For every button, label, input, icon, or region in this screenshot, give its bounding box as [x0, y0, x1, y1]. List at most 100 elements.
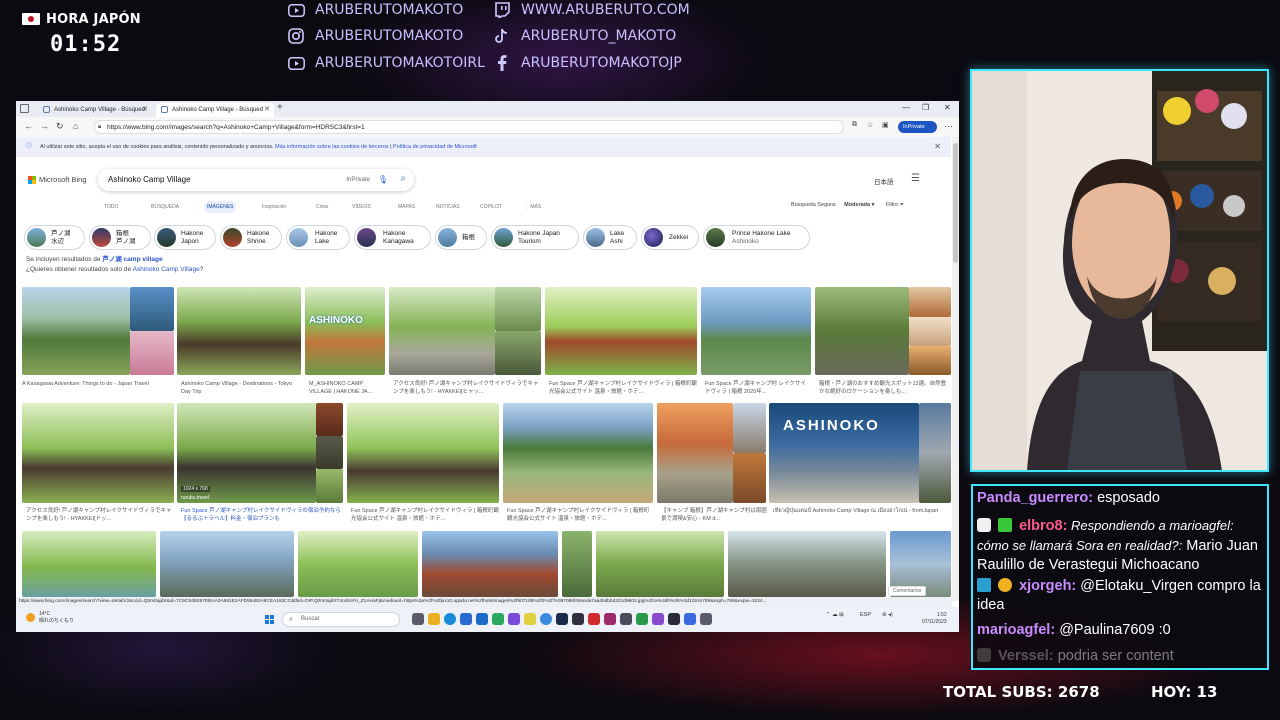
- close-tab-icon[interactable]: ✕: [142, 105, 148, 113]
- address-bar[interactable]: 🔒︎ https://www.bing.com/images/search?q=…: [94, 120, 844, 134]
- filter-button[interactable]: Filtro: [886, 202, 898, 208]
- forward-icon[interactable]: →: [40, 121, 49, 131]
- back-icon[interactable]: ←: [24, 121, 33, 131]
- result-caption[interactable]: 【キャンプ 箱根】芦ノ湖キャンプ村は周囲景で満喫&安心 - KM d...: [661, 507, 769, 523]
- result-image[interactable]: [495, 331, 541, 375]
- result-image[interactable]: [701, 287, 811, 375]
- result-image[interactable]: [316, 436, 343, 469]
- close-window-icon[interactable]: ✕: [944, 103, 951, 112]
- result-caption[interactable]: Fun Space 芦ノ湖キャンプ村レイクサイドヴィラの宿泊予約なら【るるぶトラ…: [181, 507, 341, 523]
- task-view-icon[interactable]: [412, 613, 424, 625]
- result-image[interactable]: [503, 403, 653, 503]
- language-link[interactable]: 日本語: [874, 176, 894, 186]
- scope-create[interactable]: Crear: [316, 201, 329, 213]
- result-image[interactable]: [22, 531, 156, 597]
- app-icon[interactable]: [524, 613, 536, 625]
- close-banner-icon[interactable]: ✕: [934, 137, 941, 157]
- chip[interactable]: Lake Ashi: [583, 225, 637, 250]
- scope-inspiration[interactable]: Inspiración: [262, 201, 286, 213]
- microphone-icon[interactable]: 🎙︎: [378, 169, 388, 191]
- result-image[interactable]: [596, 531, 724, 597]
- chip[interactable]: Hakone Kanagawa: [354, 225, 431, 250]
- result-image[interactable]: [177, 287, 301, 375]
- feedback-button[interactable]: Comentarios: [888, 586, 927, 596]
- chat-username[interactable]: xjorgeh:: [1019, 578, 1076, 594]
- scope-maps[interactable]: MAPAS: [398, 201, 415, 213]
- inprivate-badge[interactable]: InPrivate: [898, 121, 937, 133]
- scrollbar-thumb[interactable]: [953, 143, 958, 263]
- result-image[interactable]: [657, 403, 733, 503]
- result-caption[interactable]: Fun Space 芦ノ湖キャンプ村レイクサイドヴィラ | 箱根町観光協会公式サ…: [549, 380, 697, 396]
- result-image[interactable]: [160, 531, 294, 597]
- result-image[interactable]: [909, 287, 951, 317]
- chip[interactable]: Hakone Shrine: [220, 225, 282, 250]
- result-image[interactable]: [562, 531, 592, 597]
- tab-2-active[interactable]: Ashinoko Camp Village - Búsqued ✕: [156, 103, 274, 117]
- chip[interactable]: Hakone Japon: [154, 225, 216, 250]
- result-image[interactable]: [422, 531, 558, 597]
- safe-search[interactable]: Búsqueda Segura: Moderada ▾ Filtro ⏷: [791, 202, 904, 209]
- result-image[interactable]: [545, 287, 697, 375]
- chip[interactable]: 箱根: [435, 225, 487, 250]
- result-image[interactable]: [389, 287, 495, 375]
- taskbar-clock[interactable]: 1:52 07/11/2023: [922, 612, 947, 626]
- chat-username[interactable]: Panda_guerrero:: [977, 490, 1093, 506]
- result-image[interactable]: [347, 403, 499, 503]
- chat-username[interactable]: marioagfel:: [977, 622, 1055, 638]
- cookie-link[interactable]: Más información sobre las cookies de ter…: [275, 144, 388, 150]
- result-image[interactable]: [909, 346, 951, 375]
- filter-icon[interactable]: ⏷: [900, 202, 904, 208]
- result-caption[interactable]: 箱根・芦ノ湖のおすすめ観光スポット13選。自然豊かな絶好のロケーションを楽しも.…: [819, 380, 951, 396]
- steam-icon[interactable]: [556, 613, 568, 625]
- weather-widget[interactable]: 14°C 晴れのちくもり: [39, 611, 74, 625]
- app-icon[interactable]: [636, 613, 648, 625]
- search-input[interactable]: Ashinoko Camp Village InPrivate 🎙︎ ⌕: [98, 169, 414, 191]
- result-image[interactable]: ASHINOKO: [305, 287, 385, 375]
- app-icon[interactable]: [652, 613, 664, 625]
- whatsapp-icon[interactable]: [492, 613, 504, 625]
- app-icon[interactable]: [588, 613, 600, 625]
- result-image[interactable]: [909, 317, 951, 346]
- weather-icon[interactable]: [26, 613, 35, 622]
- scope-videos[interactable]: VÍDEOS: [352, 201, 371, 213]
- page-scrollbar[interactable]: [952, 137, 959, 601]
- tab-actions-icon[interactable]: [20, 104, 29, 113]
- result-caption[interactable]: Fun Space 芦ノ湖キャンプ村レイクサイドヴィラ | 箱根町観光協会公式サ…: [507, 507, 653, 523]
- result-image[interactable]: [495, 287, 541, 331]
- app-icon[interactable]: [572, 613, 584, 625]
- keyboard-language[interactable]: ESP: [860, 612, 871, 618]
- tab-1[interactable]: Ashinoko Camp Village - Búsqued ✕: [38, 103, 152, 117]
- result-caption[interactable]: M_ASHINOKO CAMP VILLAGE | HAKONE JA...: [309, 380, 385, 396]
- search-icon[interactable]: ⌕: [400, 168, 406, 190]
- file-explorer-icon[interactable]: [428, 613, 440, 625]
- home-icon[interactable]: ⌂: [73, 121, 78, 131]
- result-image[interactable]: [298, 531, 418, 597]
- app-icon[interactable]: [620, 613, 632, 625]
- maximize-icon[interactable]: ❐: [922, 103, 929, 112]
- chip[interactable]: Zekkei: [641, 225, 699, 250]
- result-image[interactable]: [728, 531, 886, 597]
- app-icon[interactable]: [684, 613, 696, 625]
- result-image[interactable]: [733, 403, 766, 453]
- chip[interactable]: Hakone Lake: [286, 225, 350, 250]
- result-image[interactable]: [815, 287, 909, 375]
- minimize-icon[interactable]: —: [902, 103, 910, 112]
- chip[interactable]: 箱根 芦ノ湖: [89, 225, 151, 250]
- result-caption[interactable]: Fun Space 芦ノ湖キャンプ村 レイクサイドヴィラ | 箱根 2020年.…: [705, 380, 811, 396]
- included-term-link[interactable]: 芦ノ湖 camp village: [102, 256, 162, 263]
- result-caption[interactable]: アクセス良好! 芦ノ湖キャンプ村レイクサイドヴィラでキャンプを楽しもう! - H…: [393, 380, 543, 396]
- collections-icon[interactable]: ▣: [882, 121, 889, 129]
- tray-icons[interactable]: ⌃ ☁ ⊞: [826, 612, 844, 618]
- result-image[interactable]: [919, 403, 951, 503]
- result-image[interactable]: [316, 469, 343, 503]
- edge-icon[interactable]: [444, 613, 456, 625]
- result-caption[interactable]: アクセス良好! 芦ノ湖キャンプ村レイクサイドヴィラでキャンプを楽しもう! - H…: [26, 507, 174, 523]
- scope-all[interactable]: TODO: [104, 201, 118, 213]
- scope-news[interactable]: NOTICIAS: [436, 201, 460, 213]
- result-caption[interactable]: เที่ยวญี่ปุ่นแคมป์ Ashinoko Camp Village…: [773, 507, 951, 523]
- chat-username[interactable]: elbro8:: [1019, 518, 1067, 534]
- more-icon[interactable]: ⋯: [944, 121, 953, 132]
- store-icon[interactable]: [460, 613, 472, 625]
- windows-start-icon[interactable]: [264, 614, 274, 624]
- result-image[interactable]: [316, 403, 343, 436]
